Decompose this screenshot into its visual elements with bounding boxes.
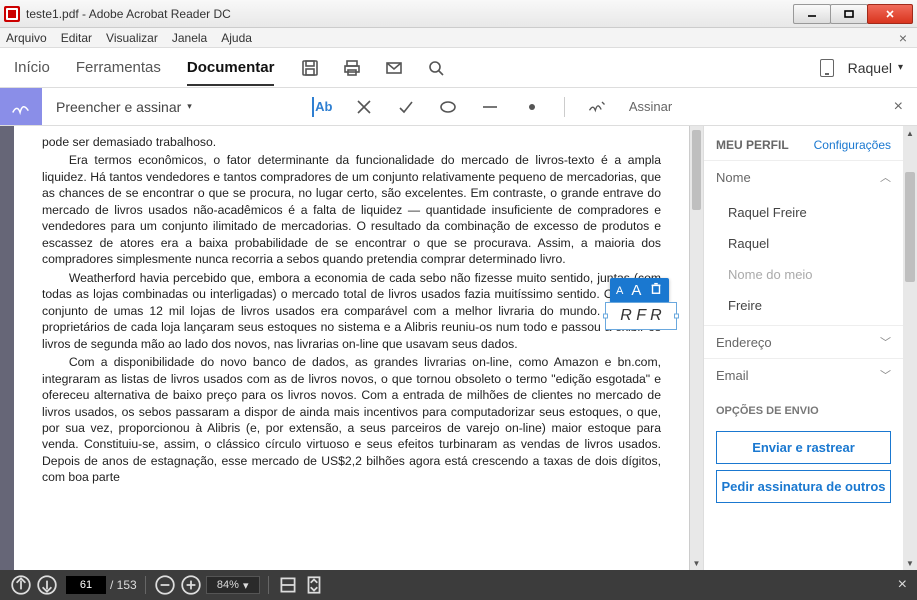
request-signature-button[interactable]: Pedir assinatura de outros — [716, 470, 891, 503]
menu-janela[interactable]: Janela — [172, 31, 207, 45]
check-tool[interactable] — [396, 97, 416, 117]
doc-text: Weatherford havia percebido que, embora … — [42, 270, 661, 352]
panel-title: MEU PERFIL — [716, 138, 789, 152]
name-first[interactable]: Raquel — [704, 228, 903, 259]
fit-width-icon[interactable] — [277, 574, 299, 596]
sign-button[interactable]: Assinar — [629, 99, 672, 114]
line-tool[interactable] — [480, 97, 500, 117]
trash-icon[interactable] — [649, 281, 663, 300]
chevron-down-icon: ▾ — [898, 62, 903, 73]
resize-handle[interactable] — [674, 314, 679, 319]
section-email[interactable]: Email ﹀ — [704, 358, 903, 391]
name-full[interactable]: Raquel Freire — [704, 197, 903, 228]
close-button[interactable] — [867, 4, 913, 24]
window-titlebar: teste1.pdf - Adobe Acrobat Reader DC — [0, 0, 917, 28]
menu-ajuda[interactable]: Ajuda — [221, 31, 252, 45]
tab-ferramentas[interactable]: Ferramentas — [76, 59, 161, 76]
tab-inicio[interactable]: Início — [14, 59, 50, 76]
window-title: teste1.pdf - Adobe Acrobat Reader DC — [26, 7, 231, 21]
page-controls: / 153 84%▾ × — [0, 570, 917, 600]
chevron-down-icon: ▾ — [187, 101, 192, 112]
decrease-size-icon[interactable]: A — [616, 285, 623, 297]
send-track-button[interactable]: Enviar e rastrear — [716, 431, 891, 464]
close-controls-icon[interactable]: × — [898, 576, 907, 594]
menu-arquivo[interactable]: Arquivo — [6, 31, 47, 45]
add-text-tool[interactable]: Ab — [312, 97, 332, 117]
circle-tool[interactable] — [438, 97, 458, 117]
send-options-title: OPÇÕES DE ENVIO — [704, 391, 903, 425]
mail-icon[interactable] — [384, 58, 404, 78]
scroll-up-icon[interactable]: ▲ — [903, 126, 917, 140]
next-page-icon[interactable] — [36, 574, 58, 596]
maximize-button[interactable] — [830, 4, 868, 24]
user-menu[interactable]: Raquel ▾ — [820, 59, 903, 77]
zoom-in-icon[interactable] — [180, 574, 202, 596]
name-last[interactable]: Freire — [704, 290, 903, 321]
tab-documentar[interactable]: Documentar — [187, 59, 275, 86]
menu-visualizar[interactable]: Visualizar — [106, 31, 158, 45]
app-icon — [4, 6, 20, 22]
doc-text: Era termos econômicos, o fator determina… — [42, 152, 661, 267]
close-toolbar-icon[interactable]: × — [894, 98, 903, 116]
fit-page-icon[interactable] — [303, 574, 325, 596]
mobile-icon — [820, 59, 834, 77]
config-link[interactable]: Configurações — [814, 138, 891, 152]
scroll-thumb[interactable] — [905, 172, 915, 282]
resize-handle[interactable] — [603, 314, 608, 319]
doc-text: Com a disponibilidade do novo banco de d… — [42, 354, 661, 486]
document-close-icon[interactable]: × — [899, 30, 907, 46]
section-name[interactable]: Nome ︿ — [704, 160, 903, 193]
chevron-up-icon: ︿ — [880, 169, 891, 185]
chevron-down-icon: ▾ — [243, 579, 249, 592]
chevron-down-icon: ﹀ — [880, 367, 891, 383]
section-address[interactable]: Endereço ﹀ — [704, 325, 903, 358]
fill-sign-icon[interactable] — [0, 88, 42, 125]
page-total: / 153 — [110, 578, 137, 592]
scroll-down-icon[interactable]: ▼ — [690, 556, 703, 570]
menu-editar[interactable]: Editar — [61, 31, 92, 45]
signature-mini-toolbar[interactable]: A A — [610, 278, 669, 303]
panel-scrollbar[interactable]: ▲ ▼ — [903, 126, 917, 570]
separator — [564, 97, 565, 117]
save-icon[interactable] — [300, 58, 320, 78]
name-fields: Raquel Freire Raquel Nome do meio Freire — [704, 193, 903, 325]
menubar: Arquivo Editar Visualizar Janela Ajuda × — [0, 28, 917, 48]
search-icon[interactable] — [426, 58, 446, 78]
fill-sign-dropdown[interactable]: Preencher e assinar ▾ — [56, 99, 192, 115]
dot-tool[interactable] — [522, 97, 542, 117]
zoom-level[interactable]: 84%▾ — [206, 576, 260, 594]
document-viewport[interactable]: pode ser demasiado trabalhoso. Era termo… — [0, 126, 703, 570]
scroll-thumb[interactable] — [692, 130, 701, 210]
right-panel: MEU PERFIL Configurações Nome ︿ Raquel F… — [703, 126, 917, 570]
chevron-down-icon: ﹀ — [880, 334, 891, 350]
signature-text: R F R — [620, 307, 661, 325]
minimize-button[interactable] — [793, 4, 831, 24]
document-page: pode ser demasiado trabalhoso. Era termo… — [14, 126, 689, 570]
cross-tool[interactable] — [354, 97, 374, 117]
doc-text: pode ser demasiado trabalhoso. — [42, 134, 661, 150]
name-middle-placeholder[interactable]: Nome do meio — [704, 259, 903, 290]
signature-field[interactable]: R F R — [605, 302, 677, 330]
user-name: Raquel — [848, 60, 892, 76]
page-number-input[interactable] — [66, 576, 106, 594]
fill-sign-toolbar: Preencher e assinar ▾ Ab Assinar × — [0, 88, 917, 126]
increase-size-icon[interactable]: A — [631, 282, 641, 299]
prev-page-icon[interactable] — [10, 574, 32, 596]
signature-icon[interactable] — [587, 97, 607, 117]
print-icon[interactable] — [342, 58, 362, 78]
zoom-out-icon[interactable] — [154, 574, 176, 596]
main-tabs: Início Ferramentas Documentar Raquel ▾ — [0, 48, 917, 88]
scroll-down-icon[interactable]: ▼ — [903, 556, 917, 570]
document-scrollbar[interactable]: ▲ ▼ — [689, 126, 703, 570]
